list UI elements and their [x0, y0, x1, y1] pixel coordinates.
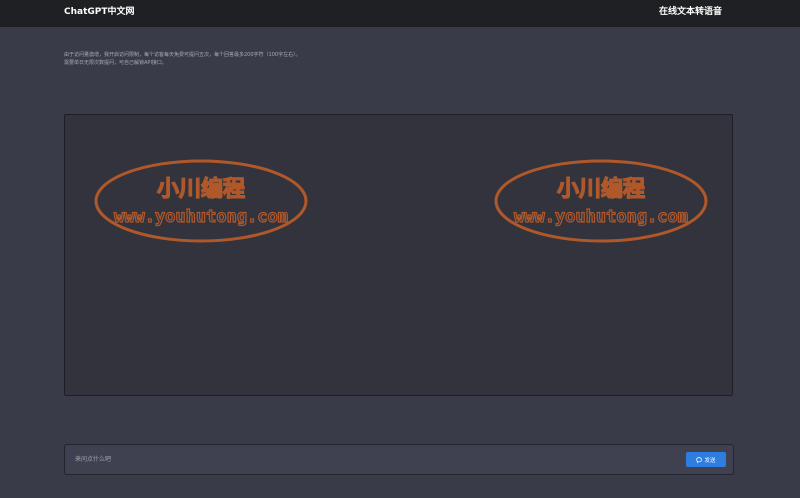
send-button[interactable]: 发送 [686, 452, 726, 467]
chat-output-area[interactable]: 小川编程 www.youhutong.com 小川编程 www.youhuton… [64, 114, 733, 396]
watermark-stamp-left: 小川编程 www.youhutong.com [93, 158, 309, 244]
message-input[interactable] [73, 452, 667, 467]
nav-link-text-to-speech[interactable]: 在线文本转语音 [659, 6, 722, 18]
usage-notice-line-1: 由于访问量激增，我开启访问限制，每个访客每天免费可提问五次，每个回答最多200字… [64, 52, 301, 58]
brand-title[interactable]: ChatGPT中文网 [64, 6, 135, 18]
usage-notice: 由于访问量激增，我开启访问限制，每个访客每天免费可提问五次，每个回答最多200字… [64, 51, 301, 67]
usage-notice-line-2: 需要单日无限次数提问，可自己解锁API接口。 [64, 60, 167, 66]
watermark-stamp-right: 小川编程 www.youhutong.com [493, 158, 709, 244]
chat-bubble-icon [696, 456, 703, 463]
watermark-title: 小川编程 [157, 176, 245, 202]
send-button-label: 发送 [704, 457, 716, 464]
top-navbar: ChatGPT中文网 在线文本转语音 [0, 0, 800, 27]
watermark-url: www.youhutong.com [514, 207, 688, 227]
watermark-url: www.youhutong.com [114, 207, 288, 227]
message-input-bar: 发送 [64, 444, 734, 475]
watermark-title: 小川编程 [557, 176, 645, 202]
